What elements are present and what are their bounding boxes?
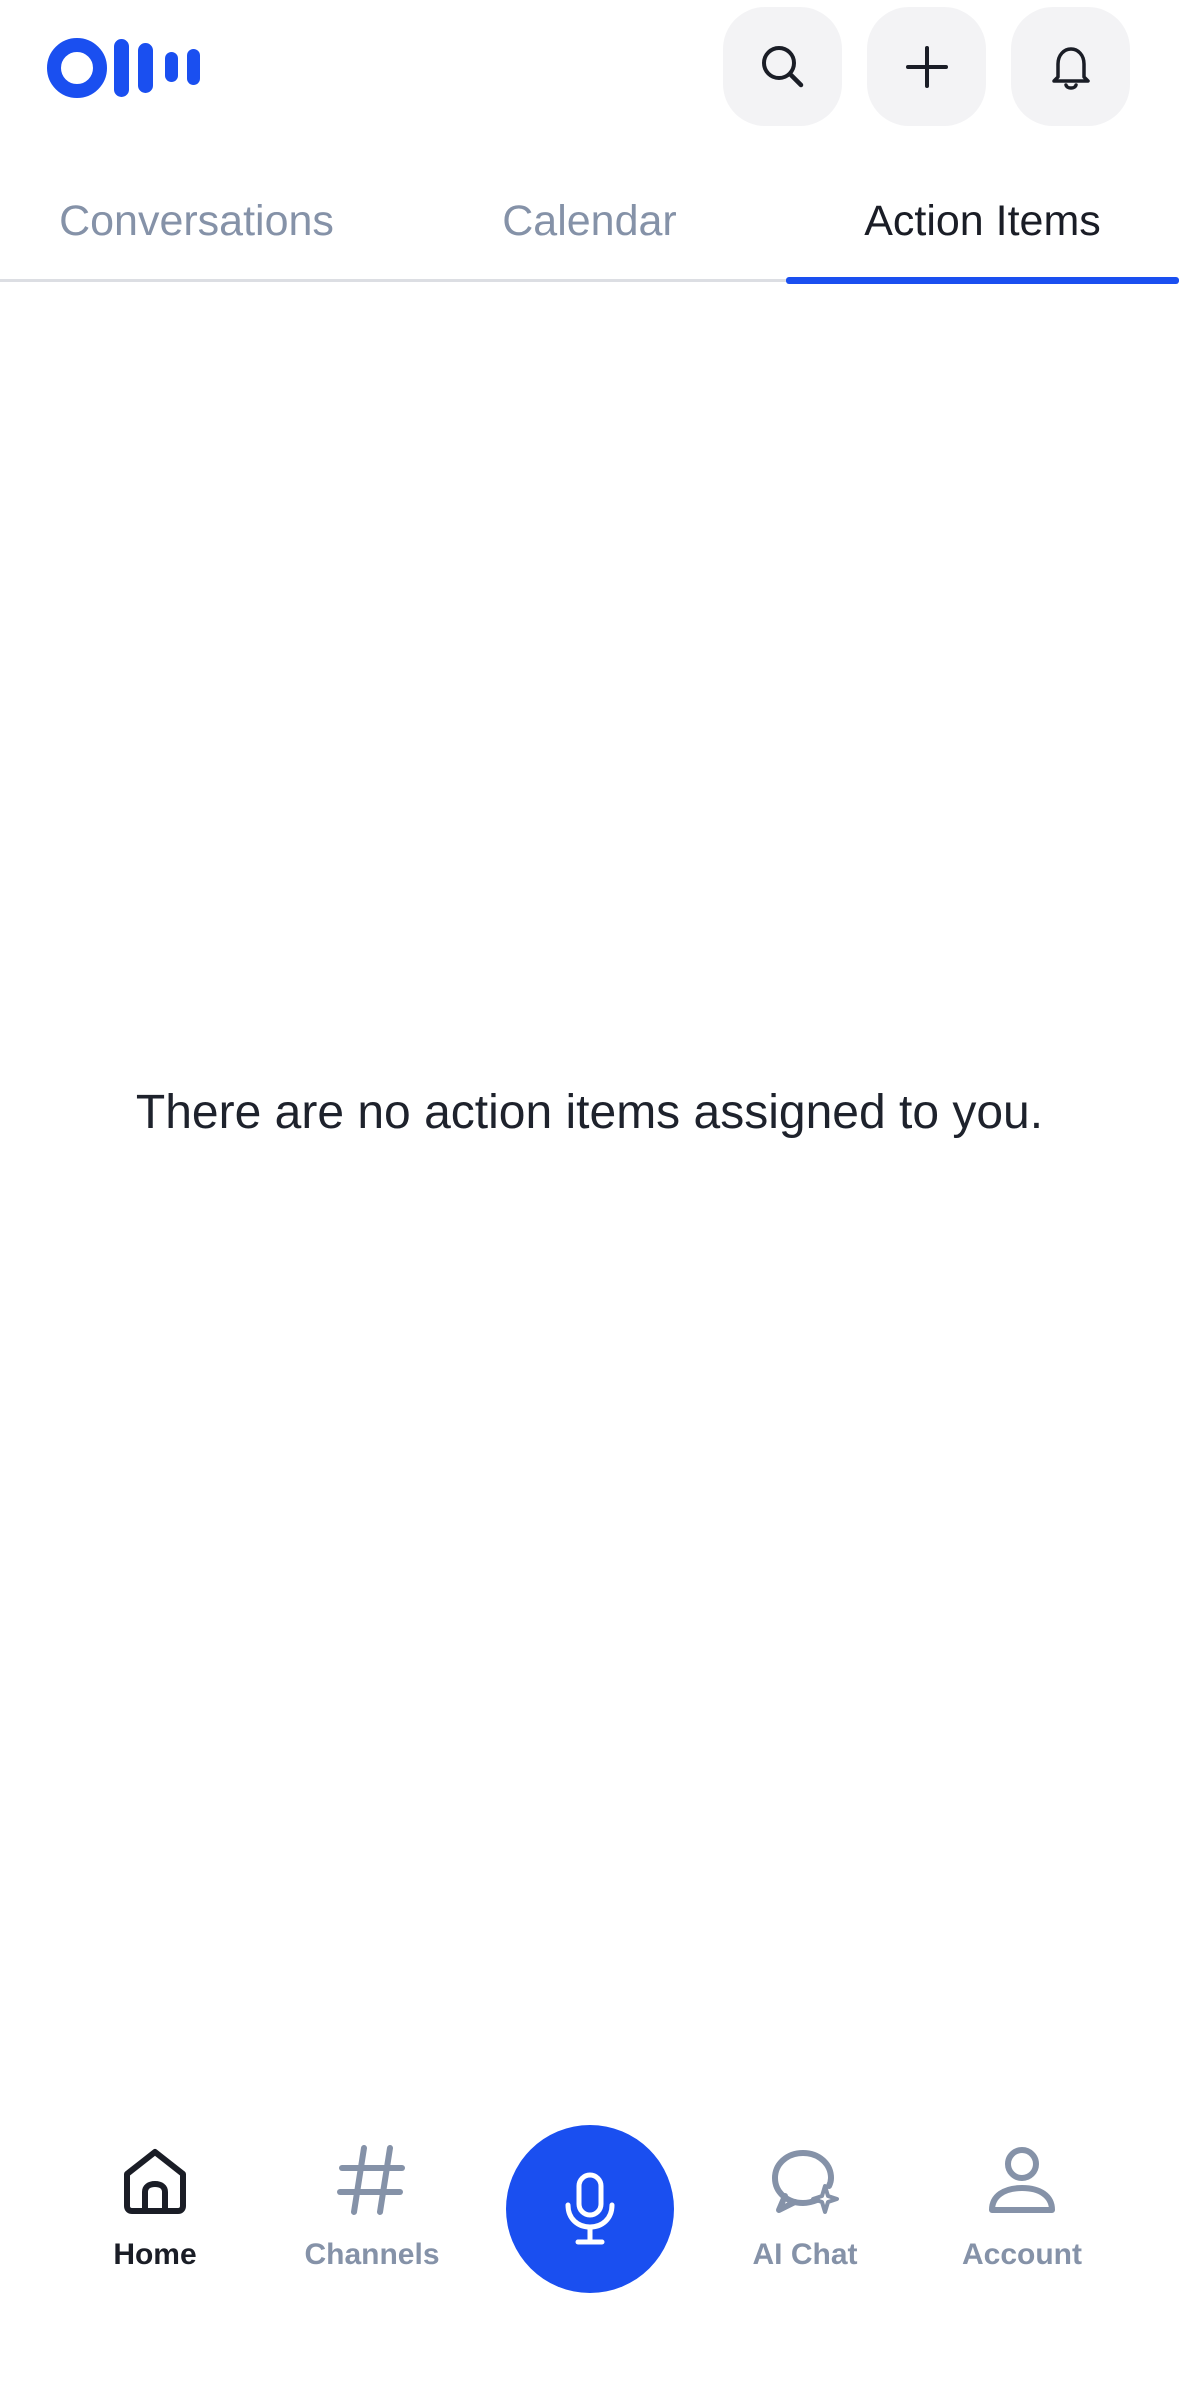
ai-chat-icon xyxy=(771,2149,839,2214)
record-button[interactable] xyxy=(506,2125,674,2293)
tab-bar: Conversations Calendar Action Items xyxy=(0,160,1179,284)
tab-label: Conversations xyxy=(59,196,334,245)
home-icon xyxy=(124,2149,186,2214)
tab-calendar[interactable]: Calendar xyxy=(393,160,786,282)
microphone-icon xyxy=(565,2172,615,2245)
nav-account[interactable]: Account xyxy=(922,2140,1122,2300)
bell-icon xyxy=(1051,46,1090,90)
hashtag-icon xyxy=(337,2145,405,2215)
tab-conversations[interactable]: Conversations xyxy=(0,160,393,282)
nav-ai-chat[interactable]: AI Chat xyxy=(705,2140,905,2300)
nav-label-account: Account xyxy=(962,2238,1082,2271)
search-icon xyxy=(761,45,803,87)
tab-action-items[interactable]: Action Items xyxy=(786,160,1179,282)
nav-home[interactable]: Home xyxy=(55,2140,255,2300)
user-icon xyxy=(989,2147,1055,2213)
plus-icon xyxy=(905,45,948,88)
search-button[interactable] xyxy=(723,7,842,126)
app-screen: Conversations Calendar Action Items Ther… xyxy=(0,0,1179,2396)
add-button[interactable] xyxy=(867,7,986,126)
nav-label-home: Home xyxy=(113,2238,197,2271)
otter-logo[interactable] xyxy=(47,38,212,98)
nav-label-channels: Channels xyxy=(304,2238,440,2271)
active-tab-indicator xyxy=(786,277,1179,284)
tab-label: Action Items xyxy=(864,196,1101,245)
tab-label: Calendar xyxy=(502,196,677,245)
nav-channels[interactable]: Channels xyxy=(272,2140,472,2300)
empty-state-message: There are no action items assigned to yo… xyxy=(135,1086,1044,1139)
notifications-button[interactable] xyxy=(1011,7,1130,126)
nav-label-ai-chat: AI Chat xyxy=(752,2238,858,2271)
